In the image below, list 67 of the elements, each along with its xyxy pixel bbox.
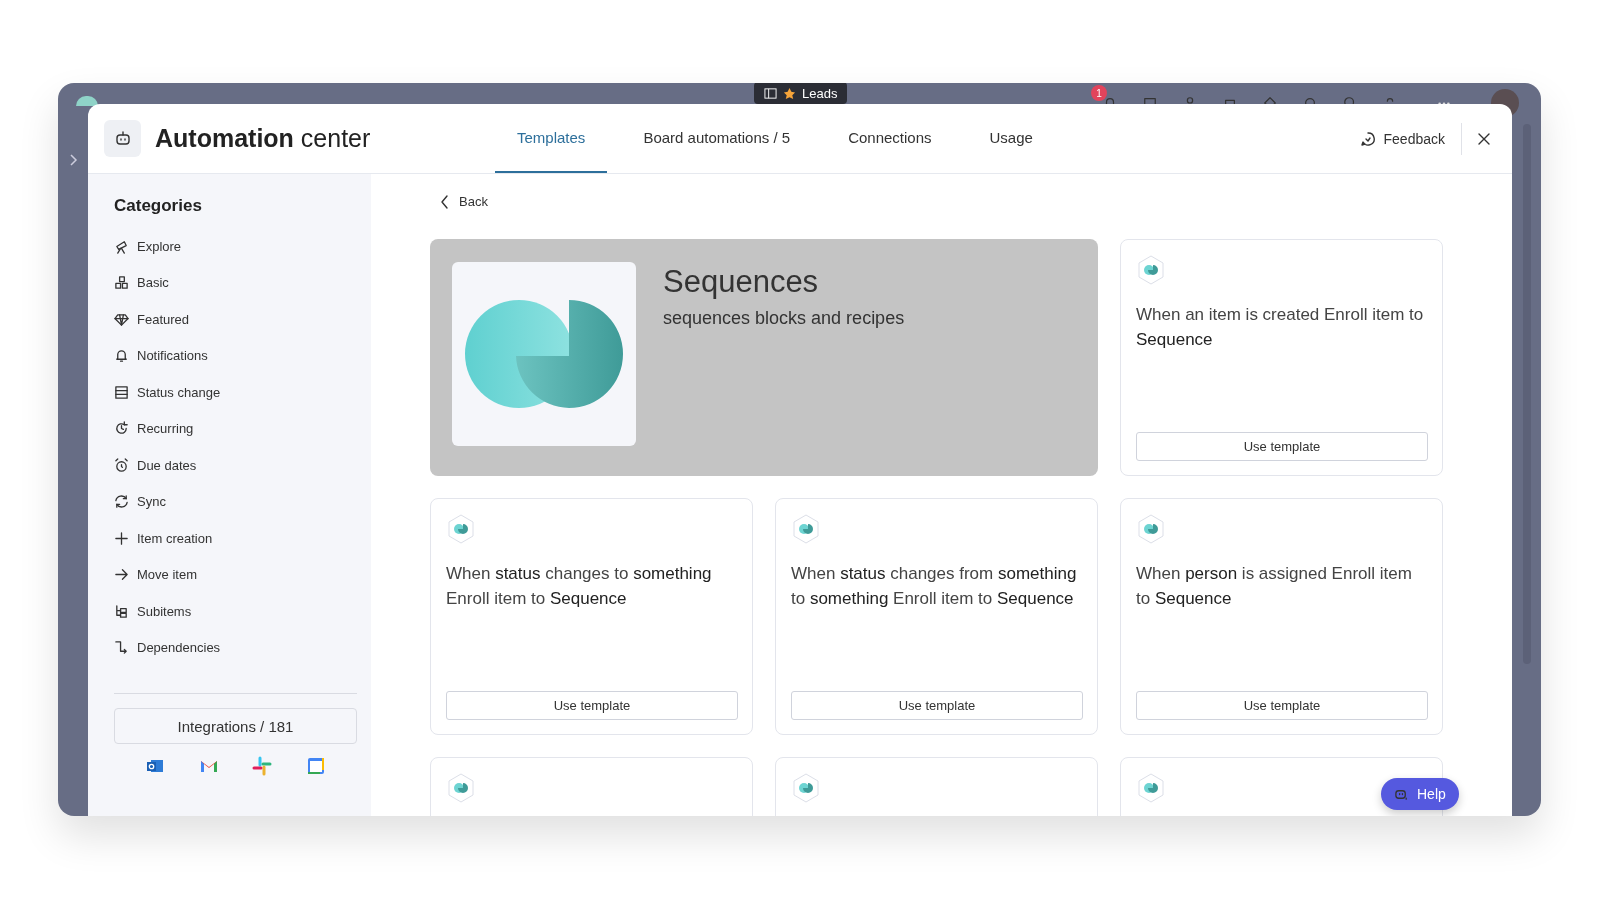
sequence-icon xyxy=(1136,513,1166,545)
notification-badge: 1 xyxy=(1091,85,1107,101)
table-icon xyxy=(114,384,129,400)
integrations-button[interactable]: Integrations / 181 xyxy=(114,708,357,744)
sidebar-toggle-icon xyxy=(764,86,777,100)
back-link[interactable]: Back xyxy=(440,194,488,209)
category-item[interactable]: Item creation xyxy=(114,520,213,557)
category-item[interactable]: Featured xyxy=(114,301,190,338)
board-tab[interactable]: Leads xyxy=(754,83,848,104)
calendar-icon[interactable] xyxy=(306,756,327,776)
tab[interactable]: Usage xyxy=(967,104,1055,173)
tab[interactable]: Connections xyxy=(826,104,954,173)
chevron-right-icon[interactable] xyxy=(68,154,78,166)
banner-title: Sequences xyxy=(663,264,820,300)
sequences-logo-icon xyxy=(452,262,636,446)
category-item[interactable]: Status change xyxy=(114,374,221,411)
tab[interactable]: Templates xyxy=(495,104,608,173)
chevron-left-icon xyxy=(440,194,449,209)
modal-title: Automation center xyxy=(155,124,372,153)
category-item[interactable]: Move item xyxy=(114,556,197,593)
category-item[interactable]: Explore xyxy=(114,228,182,265)
sequence-icon xyxy=(1136,772,1166,804)
help-button[interactable]: Help xyxy=(1381,778,1459,810)
robot-icon xyxy=(104,120,141,157)
category-item[interactable]: Recurring xyxy=(114,410,194,447)
category-item[interactable]: Notifications xyxy=(114,337,208,374)
sync-icon xyxy=(114,494,129,510)
sequence-icon xyxy=(791,772,821,804)
subitems-icon xyxy=(114,603,129,619)
telescope-icon xyxy=(114,238,129,254)
tab[interactable]: Board automations / 5 xyxy=(621,104,813,173)
feedback-button[interactable]: Feedback xyxy=(1359,122,1462,155)
logo-icon xyxy=(76,96,98,106)
category-item[interactable]: Sync xyxy=(114,483,166,520)
use-template-button[interactable]: Use template xyxy=(1136,432,1428,461)
template-description: When person is assigned Enroll item to Sequence xyxy=(1136,563,1413,610)
banner-subtitle: sequences blocks and recipes xyxy=(663,308,905,329)
template-card[interactable]: When status changes to something Enroll item to Sequence Use template xyxy=(430,498,753,735)
template-card[interactable]: When status changes from something to something Enroll item to Sequence Use template xyxy=(775,498,1098,735)
chat-app-icon[interactable] xyxy=(252,756,273,776)
use-template-button[interactable]: Use template xyxy=(1136,691,1428,720)
category-item[interactable]: Due dates xyxy=(114,447,197,484)
star-icon xyxy=(783,86,796,100)
use-template-button[interactable]: Use template xyxy=(446,691,738,720)
use-template-button[interactable]: Use template xyxy=(791,691,1083,720)
template-card[interactable]: When an item is created Enroll item to Sequence Use template xyxy=(1120,239,1443,476)
close-icon xyxy=(1477,131,1491,146)
sequence-icon xyxy=(446,513,476,545)
sequences-banner[interactable]: Sequences sequences blocks and recipes xyxy=(430,239,1098,476)
recurring-icon xyxy=(114,421,129,437)
dependency-arrow-icon xyxy=(114,640,129,656)
sequence-icon xyxy=(1136,254,1166,286)
arrow-right-icon xyxy=(114,567,129,583)
template-card[interactable]: When person is assigned Enroll item to Sequence Use template xyxy=(1120,498,1443,735)
category-item[interactable]: Subitems xyxy=(114,593,192,630)
alarm-clock-icon xyxy=(114,457,129,473)
sidebar-heading: Categories xyxy=(114,196,203,216)
blocks-icon xyxy=(114,275,129,291)
template-description: When status changes from something to something Enroll item to Sequence xyxy=(791,563,1078,610)
category-item[interactable]: Basic xyxy=(114,264,169,301)
template-description: When an item is created Enroll item to Sequence xyxy=(1136,304,1425,351)
plus-icon xyxy=(114,530,129,546)
sequence-icon xyxy=(446,772,476,804)
category-item[interactable]: Dependencies xyxy=(114,629,221,666)
chat-icon xyxy=(1359,130,1376,147)
sequence-icon xyxy=(791,513,821,545)
template-description: When status changes to something Enroll item to Sequence xyxy=(446,563,713,610)
